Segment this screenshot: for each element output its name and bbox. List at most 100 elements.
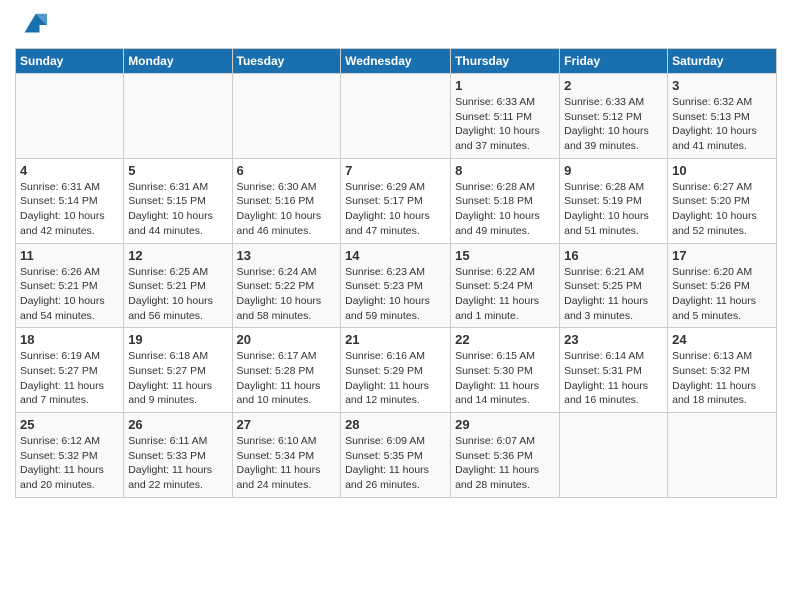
day-info: Sunrise: 6:21 AM Sunset: 5:25 PM Dayligh… [564, 265, 663, 324]
column-header-saturday: Saturday [668, 49, 777, 74]
calendar-week-row: 11 Sunrise: 6:26 AM Sunset: 5:21 PM Dayli… [16, 243, 777, 328]
day-info: Sunrise: 6:23 AM Sunset: 5:23 PM Dayligh… [345, 265, 446, 324]
calendar-header-row: SundayMondayTuesdayWednesdayThursdayFrid… [16, 49, 777, 74]
day-number: 28 [345, 417, 446, 432]
day-info: Sunrise: 6:10 AM Sunset: 5:34 PM Dayligh… [237, 434, 337, 493]
calendar-day-cell: 18 Sunrise: 6:19 AM Sunset: 5:27 PM Dayli… [16, 328, 124, 413]
day-info: Sunrise: 6:19 AM Sunset: 5:27 PM Dayligh… [20, 349, 119, 408]
day-number: 17 [672, 248, 772, 263]
column-header-wednesday: Wednesday [341, 49, 451, 74]
column-header-monday: Monday [124, 49, 232, 74]
day-number: 10 [672, 163, 772, 178]
day-number: 29 [455, 417, 555, 432]
day-info: Sunrise: 6:16 AM Sunset: 5:29 PM Dayligh… [345, 349, 446, 408]
calendar-week-row: 25 Sunrise: 6:12 AM Sunset: 5:32 PM Dayli… [16, 413, 777, 498]
day-number: 12 [128, 248, 227, 263]
calendar-day-cell: 6 Sunrise: 6:30 AM Sunset: 5:16 PM Daylig… [232, 158, 341, 243]
day-info: Sunrise: 6:31 AM Sunset: 5:14 PM Dayligh… [20, 180, 119, 239]
calendar-week-row: 4 Sunrise: 6:31 AM Sunset: 5:14 PM Daylig… [16, 158, 777, 243]
calendar-day-cell [668, 413, 777, 498]
day-number: 25 [20, 417, 119, 432]
calendar-day-cell: 29 Sunrise: 6:07 AM Sunset: 5:36 PM Dayli… [451, 413, 560, 498]
day-info: Sunrise: 6:09 AM Sunset: 5:35 PM Dayligh… [345, 434, 446, 493]
column-header-tuesday: Tuesday [232, 49, 341, 74]
day-number: 8 [455, 163, 555, 178]
calendar-day-cell: 13Sunrise: 6:24 AM Sunset: 5:22 PM Dayli… [232, 243, 341, 328]
calendar-day-cell: 3 Sunrise: 6:32 AM Sunset: 5:13 PM Daylig… [668, 74, 777, 159]
day-info: Sunrise: 6:12 AM Sunset: 5:32 PM Dayligh… [20, 434, 119, 493]
day-info: Sunrise: 6:17 AM Sunset: 5:28 PM Dayligh… [237, 349, 337, 408]
day-info: Sunrise: 6:15 AM Sunset: 5:30 PM Dayligh… [455, 349, 555, 408]
day-number: 11 [20, 248, 119, 263]
day-number: 24 [672, 332, 772, 347]
day-number: 9 [564, 163, 663, 178]
calendar-day-cell: 24 Sunrise: 6:13 AM Sunset: 5:32 PM Dayli… [668, 328, 777, 413]
day-number: 16 [564, 248, 663, 263]
calendar-day-cell: 17Sunrise: 6:20 AM Sunset: 5:26 PM Dayli… [668, 243, 777, 328]
calendar-day-cell [341, 74, 451, 159]
day-number: 14 [345, 248, 446, 263]
calendar-week-row: 1 Sunrise: 6:33 AM Sunset: 5:11 PM Daylig… [16, 74, 777, 159]
day-number: 6 [237, 163, 337, 178]
day-info: Sunrise: 6:27 AM Sunset: 5:20 PM Dayligh… [672, 180, 772, 239]
day-info: Sunrise: 6:28 AM Sunset: 5:18 PM Dayligh… [455, 180, 555, 239]
day-number: 19 [128, 332, 227, 347]
day-info: Sunrise: 6:32 AM Sunset: 5:13 PM Dayligh… [672, 95, 772, 154]
calendar-day-cell: 14 Sunrise: 6:23 AM Sunset: 5:23 PM Dayli… [341, 243, 451, 328]
calendar-day-cell: 20Sunrise: 6:17 AM Sunset: 5:28 PM Dayli… [232, 328, 341, 413]
calendar-day-cell: 21 Sunrise: 6:16 AM Sunset: 5:29 PM Dayli… [341, 328, 451, 413]
day-info: Sunrise: 6:13 AM Sunset: 5:32 PM Dayligh… [672, 349, 772, 408]
day-info: Sunrise: 6:25 AM Sunset: 5:21 PM Dayligh… [128, 265, 227, 324]
calendar-day-cell [124, 74, 232, 159]
day-info: Sunrise: 6:28 AM Sunset: 5:19 PM Dayligh… [564, 180, 663, 239]
calendar-day-cell: 4 Sunrise: 6:31 AM Sunset: 5:14 PM Daylig… [16, 158, 124, 243]
column-header-sunday: Sunday [16, 49, 124, 74]
calendar-day-cell: 19 Sunrise: 6:18 AM Sunset: 5:27 PM Dayli… [124, 328, 232, 413]
day-number: 22 [455, 332, 555, 347]
calendar-day-cell: 23 Sunrise: 6:14 AM Sunset: 5:31 PM Dayli… [560, 328, 668, 413]
calendar-day-cell: 11 Sunrise: 6:26 AM Sunset: 5:21 PM Dayli… [16, 243, 124, 328]
day-info: Sunrise: 6:24 AM Sunset: 5:22 PM Dayligh… [237, 265, 337, 324]
calendar-day-cell: 7 Sunrise: 6:29 AM Sunset: 5:17 PM Daylig… [341, 158, 451, 243]
calendar-day-cell: 25 Sunrise: 6:12 AM Sunset: 5:32 PM Dayli… [16, 413, 124, 498]
day-number: 7 [345, 163, 446, 178]
logo [15, 10, 47, 40]
day-number: 21 [345, 332, 446, 347]
day-info: Sunrise: 6:11 AM Sunset: 5:33 PM Dayligh… [128, 434, 227, 493]
calendar-day-cell: 1 Sunrise: 6:33 AM Sunset: 5:11 PM Daylig… [451, 74, 560, 159]
day-info: Sunrise: 6:07 AM Sunset: 5:36 PM Dayligh… [455, 434, 555, 493]
day-info: Sunrise: 6:33 AM Sunset: 5:11 PM Dayligh… [455, 95, 555, 154]
calendar-day-cell: 10 Sunrise: 6:27 AM Sunset: 5:20 PM Dayli… [668, 158, 777, 243]
calendar-table: SundayMondayTuesdayWednesdayThursdayFrid… [15, 48, 777, 498]
column-header-friday: Friday [560, 49, 668, 74]
day-info: Sunrise: 6:29 AM Sunset: 5:17 PM Dayligh… [345, 180, 446, 239]
day-number: 1 [455, 78, 555, 93]
calendar-day-cell: 5 Sunrise: 6:31 AM Sunset: 5:15 PM Daylig… [124, 158, 232, 243]
calendar-day-cell: 26Sunrise: 6:11 AM Sunset: 5:33 PM Dayli… [124, 413, 232, 498]
day-number: 27 [237, 417, 337, 432]
day-info: Sunrise: 6:31 AM Sunset: 5:15 PM Dayligh… [128, 180, 227, 239]
day-number: 18 [20, 332, 119, 347]
day-number: 23 [564, 332, 663, 347]
calendar-day-cell: 15 Sunrise: 6:22 AM Sunset: 5:24 PM Dayli… [451, 243, 560, 328]
calendar-day-cell: 8 Sunrise: 6:28 AM Sunset: 5:18 PM Daylig… [451, 158, 560, 243]
day-info: Sunrise: 6:14 AM Sunset: 5:31 PM Dayligh… [564, 349, 663, 408]
day-info: Sunrise: 6:22 AM Sunset: 5:24 PM Dayligh… [455, 265, 555, 324]
day-info: Sunrise: 6:33 AM Sunset: 5:12 PM Dayligh… [564, 95, 663, 154]
day-info: Sunrise: 6:18 AM Sunset: 5:27 PM Dayligh… [128, 349, 227, 408]
calendar-day-cell [560, 413, 668, 498]
calendar-day-cell [16, 74, 124, 159]
calendar-day-cell: 12 Sunrise: 6:25 AM Sunset: 5:21 PM Dayli… [124, 243, 232, 328]
day-info: Sunrise: 6:26 AM Sunset: 5:21 PM Dayligh… [20, 265, 119, 324]
day-number: 2 [564, 78, 663, 93]
logo-icon [17, 10, 47, 40]
header [15, 10, 777, 40]
calendar-week-row: 18 Sunrise: 6:19 AM Sunset: 5:27 PM Dayli… [16, 328, 777, 413]
day-number: 3 [672, 78, 772, 93]
day-info: Sunrise: 6:30 AM Sunset: 5:16 PM Dayligh… [237, 180, 337, 239]
calendar-day-cell: 9 Sunrise: 6:28 AM Sunset: 5:19 PM Daylig… [560, 158, 668, 243]
day-number: 5 [128, 163, 227, 178]
day-number: 4 [20, 163, 119, 178]
day-number: 15 [455, 248, 555, 263]
calendar-day-cell: 16 Sunrise: 6:21 AM Sunset: 5:25 PM Dayli… [560, 243, 668, 328]
